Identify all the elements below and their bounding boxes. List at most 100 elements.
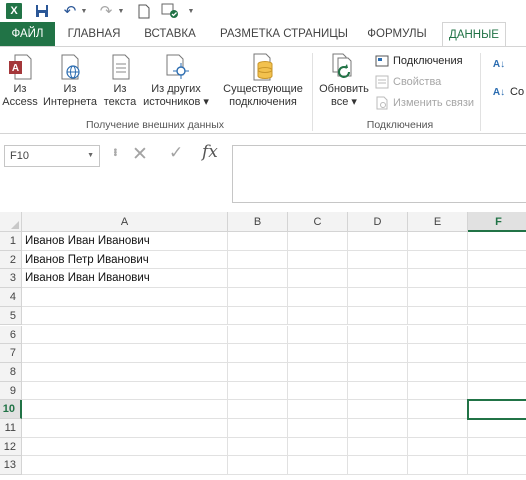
cell-e10[interactable] — [408, 400, 468, 419]
cell-f12[interactable] — [468, 438, 526, 457]
active-cell-selection[interactable] — [467, 399, 526, 420]
cell-e12[interactable] — [408, 437, 468, 457]
cell-d12[interactable] — [348, 437, 408, 457]
row-header-1[interactable]: 1 — [0, 232, 22, 251]
row-header-10[interactable]: 10 — [0, 400, 22, 419]
cell-d2[interactable] — [348, 250, 408, 270]
column-header-f[interactable]: F — [468, 212, 526, 232]
cell-e13[interactable] — [408, 456, 468, 476]
undo-icon[interactable]: ↶ — [62, 2, 78, 20]
cell-b13[interactable] — [228, 456, 288, 476]
row-header-5[interactable]: 5 — [0, 306, 22, 326]
cell-e4[interactable] — [408, 288, 468, 307]
cell-a10[interactable] — [22, 400, 228, 419]
cell-b5[interactable] — [228, 306, 288, 326]
cell-b11[interactable] — [228, 419, 288, 438]
cell-b3[interactable] — [228, 269, 288, 289]
cell-a7[interactable] — [22, 344, 228, 363]
resize-handle-icon[interactable]: ••• — [109, 148, 120, 156]
cell-a6[interactable] — [22, 325, 228, 345]
refresh-all-button[interactable]: Обновить все ▾ — [316, 51, 372, 109]
cell-a9[interactable] — [22, 381, 228, 401]
row-header-7[interactable]: 7 — [0, 344, 22, 363]
cell-c5[interactable] — [288, 306, 348, 326]
cell-e6[interactable] — [408, 325, 468, 345]
connections-icon[interactable] — [161, 2, 179, 20]
cancel-icon[interactable]: ✕ — [132, 143, 148, 166]
tab-page-layout[interactable]: РАЗМЕТКА СТРАНИЦЫ — [213, 22, 355, 46]
cell-c13[interactable] — [288, 456, 348, 476]
enter-check-icon[interactable]: ✓ — [169, 143, 183, 163]
tab-home[interactable]: ГЛАВНАЯ — [61, 22, 127, 46]
cell-e5[interactable] — [408, 306, 468, 326]
column-header-c[interactable]: C — [288, 212, 348, 232]
cell-b1[interactable] — [228, 232, 288, 251]
tab-data[interactable]: ДАННЫЕ — [442, 22, 506, 47]
connections-button[interactable]: Подключения — [375, 52, 463, 70]
column-header-e[interactable]: E — [408, 212, 468, 232]
cell-d13[interactable] — [348, 456, 408, 476]
cell-b10[interactable] — [228, 400, 288, 419]
cell-c12[interactable] — [288, 437, 348, 457]
cell-f11[interactable] — [468, 419, 526, 438]
cell-f2[interactable] — [468, 251, 526, 270]
cell-f8[interactable] — [468, 363, 526, 382]
cell-f6[interactable] — [468, 326, 526, 345]
cell-f3[interactable] — [468, 269, 526, 289]
cell-d6[interactable] — [348, 325, 408, 345]
row-header-13[interactable]: 13 — [0, 456, 22, 476]
cell-c8[interactable] — [288, 362, 348, 382]
edit-links-button[interactable]: Изменить связи — [375, 94, 474, 112]
cell-f7[interactable] — [468, 344, 526, 363]
sort-az-button[interactable]: A↓ — [492, 55, 510, 73]
row-header-2[interactable]: 2 — [0, 250, 22, 270]
existing-connections-button[interactable]: Существующие подключения — [218, 51, 308, 109]
tab-file[interactable]: ФАЙЛ — [0, 22, 55, 46]
row-header-11[interactable]: 11 — [0, 419, 22, 438]
new-file-icon[interactable] — [137, 2, 151, 20]
undo-dropdown-icon[interactable]: ▼ — [80, 2, 88, 20]
cell-e2[interactable] — [408, 250, 468, 270]
customize-arrow-icon[interactable]: ▼ — [186, 2, 196, 20]
cell-a13[interactable] — [22, 456, 228, 476]
from-web-button[interactable]: Из Интернета — [42, 51, 98, 109]
cell-a5[interactable] — [22, 306, 228, 326]
cell-c6[interactable] — [288, 325, 348, 345]
column-header-d[interactable]: D — [348, 212, 408, 232]
cell-b2[interactable] — [228, 250, 288, 270]
cell-d8[interactable] — [348, 362, 408, 382]
cell-b9[interactable] — [228, 381, 288, 401]
cell-a4[interactable] — [22, 288, 228, 307]
column-header-b[interactable]: B — [228, 212, 288, 232]
cell-e11[interactable] — [408, 419, 468, 438]
cell-f1[interactable] — [468, 232, 526, 251]
row-header-12[interactable]: 12 — [0, 437, 22, 457]
cell-e7[interactable] — [408, 344, 468, 363]
cell-c11[interactable] — [288, 419, 348, 438]
cell-e9[interactable] — [408, 381, 468, 401]
cell-d11[interactable] — [348, 419, 408, 438]
from-text-button[interactable]: Из текста — [102, 51, 138, 109]
cell-c10[interactable] — [288, 400, 348, 419]
row-header-4[interactable]: 4 — [0, 288, 22, 307]
cell-e1[interactable] — [408, 232, 468, 251]
cell-d3[interactable] — [348, 269, 408, 289]
redo-icon[interactable]: ↷ — [98, 2, 114, 20]
cell-a11[interactable] — [22, 419, 228, 438]
sort-button[interactable]: A↓ Со — [492, 83, 524, 101]
cell-a3[interactable]: Иванов Иван Иванович — [22, 269, 228, 289]
cell-d1[interactable] — [348, 232, 408, 251]
row-header-8[interactable]: 8 — [0, 362, 22, 382]
chevron-down-icon[interactable]: ▼ — [87, 146, 94, 166]
cell-f13[interactable] — [468, 456, 526, 476]
cell-c2[interactable] — [288, 250, 348, 270]
worksheet-grid[interactable]: A B C D E F 1 Иванов Иван Иванович 2 Иванов Петр … — [0, 212, 526, 480]
cell-f4[interactable] — [468, 288, 526, 307]
cell-e8[interactable] — [408, 362, 468, 382]
cell-d4[interactable] — [348, 288, 408, 307]
cell-d9[interactable] — [348, 381, 408, 401]
cell-d7[interactable] — [348, 344, 408, 363]
tab-formulas[interactable]: ФОРМУЛЫ — [361, 22, 433, 46]
row-header-6[interactable]: 6 — [0, 325, 22, 345]
cell-a8[interactable] — [22, 362, 228, 382]
